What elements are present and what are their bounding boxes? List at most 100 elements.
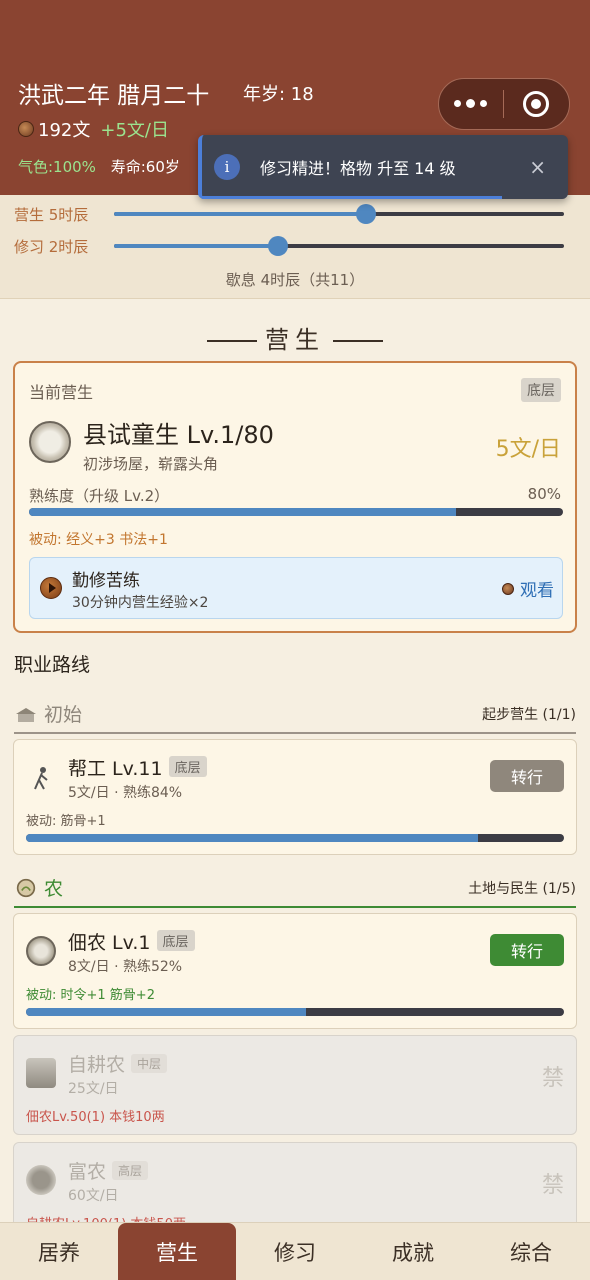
job-requirement: 佃农Lv.50(1) 本钱10两 [26,1110,165,1125]
category-sub: 土地与民生 (1/5) [468,881,576,897]
job-scroll-icon [29,421,71,463]
job-name-text: 帮工 Lv.11 [68,758,163,780]
category-farming: 农 土地与民生 (1/5) [14,874,576,908]
tier-badge: 底层 [521,378,561,402]
proficiency-bar [29,508,563,516]
play-icon [40,577,62,599]
tab-study[interactable]: 修习 [236,1223,354,1280]
switch-job-button[interactable]: 转行 [490,934,564,966]
current-job-desc: 初涉场屋，崭露头角 [83,455,219,473]
watch-label: 观看 [520,581,554,601]
locked-label: 禁 [541,1173,564,1198]
category-underline [14,906,576,908]
job-name: 帮工 Lv.11 底层 [68,754,207,781]
title-rule-right [333,340,383,342]
toast-message: 修习精进！格物 升至 14 级 [260,159,456,178]
job-progress-fill [26,834,478,842]
worker-figure-icon [34,767,48,790]
current-job-income: 5文/日 [495,437,561,462]
money-display: 192文 +5文/日 [18,116,169,142]
proficiency-label: 熟练度（升级 Lv.2） [29,487,170,505]
hut-icon [16,708,36,722]
job-name-text: 自耕农 [68,1054,126,1076]
lifespan-label: 寿命:60岁 [110,158,180,176]
section-title-text: 营生 [265,326,325,354]
job-name: 自耕农 中层 [68,1050,168,1077]
job-name: 佃农 Lv.1 底层 [68,928,195,955]
study-time-label: 修习 2时辰 [14,237,89,256]
switch-job-button[interactable]: 转行 [490,760,564,792]
category-initial: 初始 起步营生 (1/1) [14,700,576,734]
work-time-slider[interactable] [114,204,564,224]
job-card-tenant-farmer: 佃农 Lv.1 底层 8文/日 · 熟练52% 被动: 时令+1 筋骨+2 转行 [13,913,577,1029]
study-time-row: 修习 2时辰 [14,234,574,258]
current-job-header: 当前营生 [29,383,94,402]
tab-overview[interactable]: 综合 [472,1223,590,1280]
category-name: 农 [44,878,64,900]
boost-desc: 30分钟内营生经验×2 [72,595,209,611]
rest-time-label: 歇息 4时辰（共11） [225,271,365,289]
study-slider-handle[interactable] [267,236,288,256]
farm-emblem-icon [16,878,36,898]
tab-achievements[interactable]: 成就 [354,1223,472,1280]
job-sub: 5文/日 · 熟练84% [68,785,183,801]
job-progress-fill [26,1008,306,1016]
money-income: +5文/日 [100,120,169,141]
section-title: 营生 [0,320,590,355]
job-sub: 25文/日 [68,1081,119,1097]
proficiency-percent: 80% [527,485,561,503]
health-label: 气色:100% [18,158,96,176]
job-card-helper: 帮工 Lv.11 底层 5文/日 · 熟练84% 被动: 筋骨+1 转行 [13,739,577,855]
tier-badge: 底层 [168,756,207,777]
job-passive: 被动: 时令+1 筋骨+2 [26,988,155,1003]
tenant-farmer-icon [26,936,56,966]
current-passive: 被动: 经义+3 书法+1 [29,532,168,548]
game-date: 洪武二年 腊月二十 [18,83,210,109]
coin-icon [18,121,34,137]
tab-work[interactable]: 营生 [118,1223,236,1280]
category-name: 初始 [44,704,83,726]
more-menu-icon[interactable] [439,99,503,108]
job-name-text: 佃农 Lv.1 [68,932,151,954]
owner-farmer-icon [26,1058,56,1088]
job-sub: 8文/日 · 熟练52% [68,959,183,975]
work-slider-fill [114,212,366,216]
job-sub: 60文/日 [68,1188,119,1204]
work-slider-handle[interactable] [355,204,376,224]
locked-label: 禁 [541,1066,564,1091]
study-slider-fill [114,244,278,248]
toast-timer-bar [202,196,502,199]
current-job-name: 县试童生 Lv.1/80 [83,421,274,449]
watch-button[interactable]: 观看 [502,576,554,601]
boost-title: 勤修苦练 [72,571,140,591]
info-icon: i [214,154,240,180]
time-allocation-panel: 营生 5时辰 修习 2时辰 歇息 4时辰（共11） [0,195,590,299]
tier-badge: 高层 [112,1161,149,1180]
tier-badge: 底层 [156,930,195,951]
study-time-slider[interactable] [114,236,564,256]
money-amount: 192文 [38,120,91,141]
title-rule-left [207,340,257,342]
tab-living[interactable]: 居养 [0,1223,118,1280]
boost-ad-panel[interactable]: 勤修苦练 30分钟内营生经验×2 观看 [29,557,563,619]
coin-icon [502,582,514,595]
job-name: 富农 高层 [68,1157,149,1184]
close-miniprogram-icon[interactable] [504,91,570,117]
job-passive: 被动: 筋骨+1 [26,814,106,829]
category-sub: 起步营生 (1/1) [482,707,576,723]
work-time-label: 营生 5时辰 [14,205,89,224]
rich-farmer-icon [26,1165,56,1195]
job-card-owner-farmer: 自耕农 中层 25文/日 佃农Lv.50(1) 本钱10两 禁 [13,1035,577,1135]
job-name-text: 富农 [68,1161,107,1183]
job-progress-bar [26,1008,564,1016]
bottom-tab-bar: 居养 营生 修习 成就 综合 [0,1222,590,1280]
level-up-toast: i 修习精进！格物 升至 14 级 × [198,135,568,199]
toast-close-icon[interactable]: × [529,155,546,179]
category-underline [14,732,576,734]
job-progress-bar [26,834,564,842]
work-time-row: 营生 5时辰 [14,202,574,226]
age-label: 年岁: 18 [243,84,314,105]
tier-badge: 中层 [131,1054,168,1073]
miniprogram-capsule [438,78,570,130]
vitals: 气色:100% 寿命:60岁 [18,156,180,177]
